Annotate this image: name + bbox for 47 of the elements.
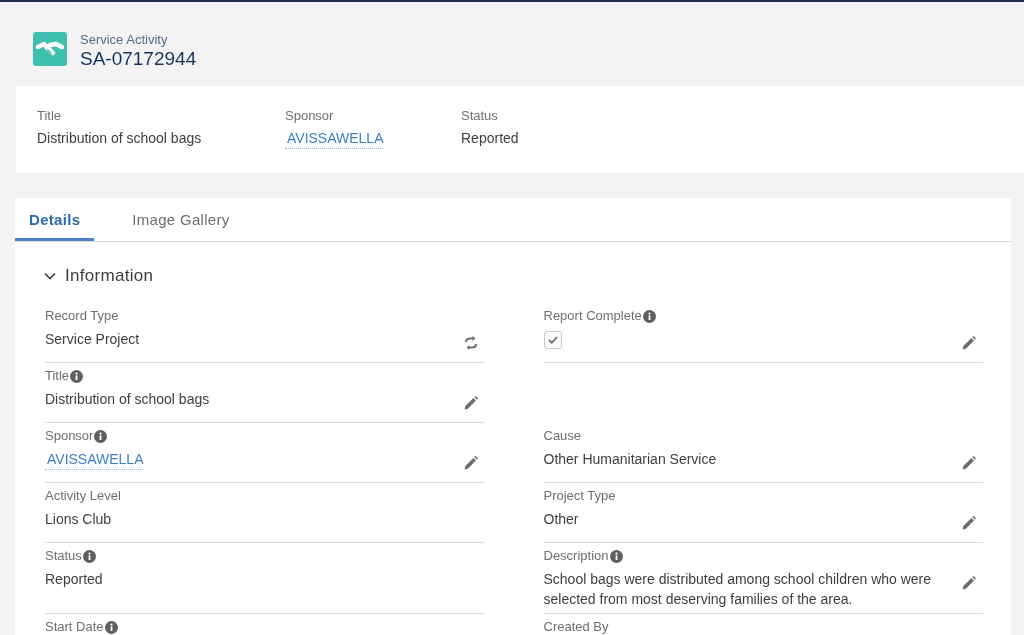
record-link[interactable]: AVISSAWELLA	[285, 128, 384, 149]
field-label: Description	[543, 547, 609, 565]
field-label: Record Type	[45, 307, 119, 325]
section-title[interactable]: Information	[65, 264, 154, 288]
highlight-label: Sponsor	[285, 107, 334, 125]
field-label: Activity Level	[45, 487, 121, 505]
highlight-value: Distribution of school bags	[37, 129, 202, 148]
field-label: Created By	[543, 618, 609, 635]
info-icon[interactable]	[94, 429, 108, 443]
field-label: Title	[45, 367, 70, 385]
chevron-icon[interactable]	[44, 270, 56, 282]
field-value: Other	[543, 510, 579, 529]
check-icon	[547, 336, 558, 344]
record-name: SA-07172944	[80, 48, 197, 70]
checkbox[interactable]	[543, 331, 562, 349]
info-icon[interactable]	[70, 369, 84, 383]
pencil-icon[interactable]	[962, 576, 976, 590]
info-icon[interactable]	[82, 549, 96, 563]
record-link[interactable]: AVISSAWELLA	[45, 449, 144, 470]
info-icon[interactable]	[642, 309, 656, 323]
field-value: Distribution of school bags	[45, 390, 210, 409]
field-label: Sponsor	[45, 427, 94, 445]
swap-icon[interactable]	[463, 336, 478, 350]
field-label: Project Type	[543, 487, 616, 505]
field-label: Status	[45, 547, 82, 565]
pencil-icon[interactable]	[463, 396, 478, 410]
pencil-icon[interactable]	[962, 336, 976, 350]
field-value: Service Project	[45, 330, 140, 349]
field-value: School bags were distributed among school children who were selected from most deserving families of the area.	[543, 570, 933, 609]
pencil-icon[interactable]	[962, 516, 976, 530]
pencil-icon[interactable]	[463, 456, 478, 470]
field-value: Lions Club	[45, 510, 112, 529]
tab[interactable]: Image Gallery	[118, 198, 244, 241]
object-type-label: Service Activity	[80, 32, 169, 48]
info-icon[interactable]	[104, 620, 118, 634]
field-label: Cause	[543, 427, 582, 445]
info-icon[interactable]	[609, 549, 623, 563]
highlight-label: Title	[37, 107, 62, 125]
tab[interactable]: Details	[15, 198, 95, 241]
handshake-icon	[33, 32, 67, 66]
field-value: Reported	[45, 570, 103, 589]
pencil-icon[interactable]	[962, 456, 976, 470]
highlight-value: Reported	[461, 129, 519, 148]
field-label: Report Complete	[543, 307, 642, 325]
field-label: Start Date	[45, 618, 104, 635]
field-value: Other Humanitarian Service	[543, 450, 717, 469]
highlight-label: Status	[461, 107, 498, 125]
